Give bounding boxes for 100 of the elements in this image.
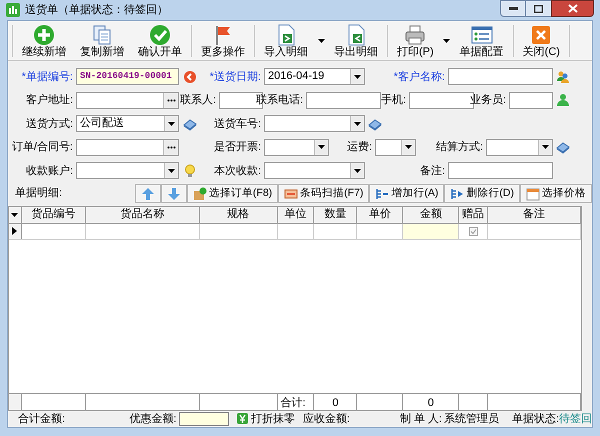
header-cell[interactable]	[9, 206, 22, 222]
dropdown-field[interactable]: 公司配送	[76, 115, 179, 132]
discount-field[interactable]	[179, 412, 229, 426]
dropdown-field[interactable]	[486, 138, 553, 156]
minimize-button[interactable]	[500, 0, 526, 17]
app-icon	[6, 3, 20, 17]
ellipsis-icon	[166, 98, 176, 102]
add-row-icon	[375, 186, 390, 200]
dropdown-button[interactable]	[350, 69, 364, 84]
up-arrow-icon	[140, 186, 155, 200]
copy-icon	[91, 24, 113, 46]
detail-button[interactable]: 删除行(D)	[444, 184, 520, 203]
people-icon[interactable]	[556, 70, 570, 84]
column-header[interactable]: 规格	[200, 206, 278, 222]
dropdown-button[interactable]	[164, 116, 178, 132]
field-label: 客户地址:	[26, 92, 73, 108]
browse-button[interactable]	[163, 92, 178, 108]
book-icon[interactable]	[183, 116, 197, 131]
dropdown-button[interactable]	[401, 140, 415, 155]
column-header[interactable]: 货品名称	[86, 206, 200, 222]
input-field[interactable]	[448, 162, 553, 180]
move-down-button[interactable]	[160, 184, 187, 203]
input-field[interactable]	[448, 68, 553, 86]
column-header[interactable]: 货品编号	[22, 206, 86, 222]
close-button[interactable]	[551, 0, 594, 17]
close-icon	[530, 24, 552, 46]
move-up-button[interactable]	[134, 184, 161, 203]
maximize-button[interactable]	[526, 0, 551, 17]
dropdown-button[interactable]	[164, 163, 178, 178]
delete-row-icon	[450, 186, 464, 200]
detail-button[interactable]: 选择价格	[520, 184, 592, 203]
field-label: 运费:	[346, 140, 372, 155]
toolbar-button[interactable]: 继续新增	[15, 22, 73, 60]
caret-icon	[354, 122, 361, 126]
footer-cell: 合计:	[278, 394, 314, 410]
column-header[interactable]: 单位	[278, 206, 314, 222]
detail-button[interactable]: 条码扫描(F7)	[278, 184, 370, 203]
column-header[interactable]: 备注	[488, 206, 582, 222]
lightbulb-icon[interactable]	[183, 164, 197, 178]
check-icon	[149, 24, 171, 46]
person-icon[interactable]	[556, 93, 570, 108]
input-field[interactable]: SN-20160419-00001	[76, 68, 179, 86]
input-field[interactable]	[306, 92, 381, 109]
field-label: *客户名称:	[394, 70, 445, 84]
row-header[interactable]	[9, 224, 22, 238]
caret-icon	[168, 122, 175, 126]
browse-button[interactable]	[163, 140, 178, 155]
column-header[interactable]: 单价	[357, 206, 404, 222]
field-label: 业务员:	[470, 93, 506, 108]
caret-icon	[168, 168, 175, 173]
column-header[interactable]: 赠品	[459, 206, 488, 222]
toolbar-button[interactable]: 导入明细	[257, 22, 315, 60]
status-label: 单据状态:	[512, 412, 559, 426]
lookup-field[interactable]	[76, 138, 179, 156]
dropdown-field[interactable]: 2016-04-19	[264, 68, 365, 86]
dropdown-button[interactable]	[538, 140, 552, 155]
toolbar-button[interactable]: 复制新增	[73, 22, 131, 60]
input-field[interactable]	[509, 92, 553, 109]
dropdown-button[interactable]	[314, 140, 328, 155]
caret-icon	[354, 74, 361, 79]
dropdown-field[interactable]	[264, 138, 329, 156]
lookup-field[interactable]	[76, 92, 179, 109]
toolbar-button[interactable]: 导出明细	[327, 22, 385, 60]
book-icon[interactable]	[368, 116, 382, 131]
toolbar-button[interactable]: 更多操作	[194, 22, 252, 60]
field-label: *送货日期:	[210, 70, 261, 84]
column-header[interactable]: 金额	[403, 206, 460, 222]
field-label: 联系电话:	[256, 92, 303, 108]
dropdown-field[interactable]	[375, 138, 416, 156]
field-label: 手机:	[380, 93, 406, 108]
total-label: 合计金额:	[18, 412, 66, 426]
table-cell[interactable]	[403, 224, 460, 238]
dropdown-field[interactable]	[76, 162, 179, 180]
field-label: 收款账户:	[26, 164, 73, 178]
caret-icon	[11, 212, 18, 216]
toolbar-button[interactable]: 关闭(C)	[516, 22, 567, 60]
field-label: 送货方式:	[26, 116, 73, 132]
round-off-button[interactable]: 打折抹零	[236, 410, 295, 427]
field-label: 备注:	[420, 164, 445, 178]
maker-label: 制 单 人:	[400, 412, 442, 426]
dropdown-field[interactable]	[264, 115, 365, 132]
dropdown-field[interactable]	[264, 162, 365, 180]
toolbar-button[interactable]: 单据配置	[452, 22, 511, 60]
detail-button[interactable]: 选择订单(F8)	[186, 184, 278, 203]
field-label: 订单/合同号:	[12, 140, 73, 155]
checkbox[interactable]	[468, 226, 478, 236]
field-label: 本次收款:	[214, 164, 261, 178]
minimize-icon	[508, 7, 518, 10]
column-header[interactable]: 数量	[314, 206, 358, 222]
dropdown-button[interactable]	[350, 163, 364, 178]
caret-icon	[318, 145, 325, 150]
toolbar-button[interactable]: 打印(P)	[390, 22, 441, 60]
caret-icon	[405, 145, 412, 150]
book-icon[interactable]	[556, 140, 570, 154]
calendar-icon	[526, 186, 540, 200]
toolbar-button[interactable]: 确认开单	[131, 22, 189, 60]
detail-button[interactable]: 增加行(A)	[369, 184, 444, 203]
printer-icon	[404, 24, 426, 46]
yen-icon	[236, 413, 248, 424]
dropdown-button[interactable]	[350, 116, 364, 132]
